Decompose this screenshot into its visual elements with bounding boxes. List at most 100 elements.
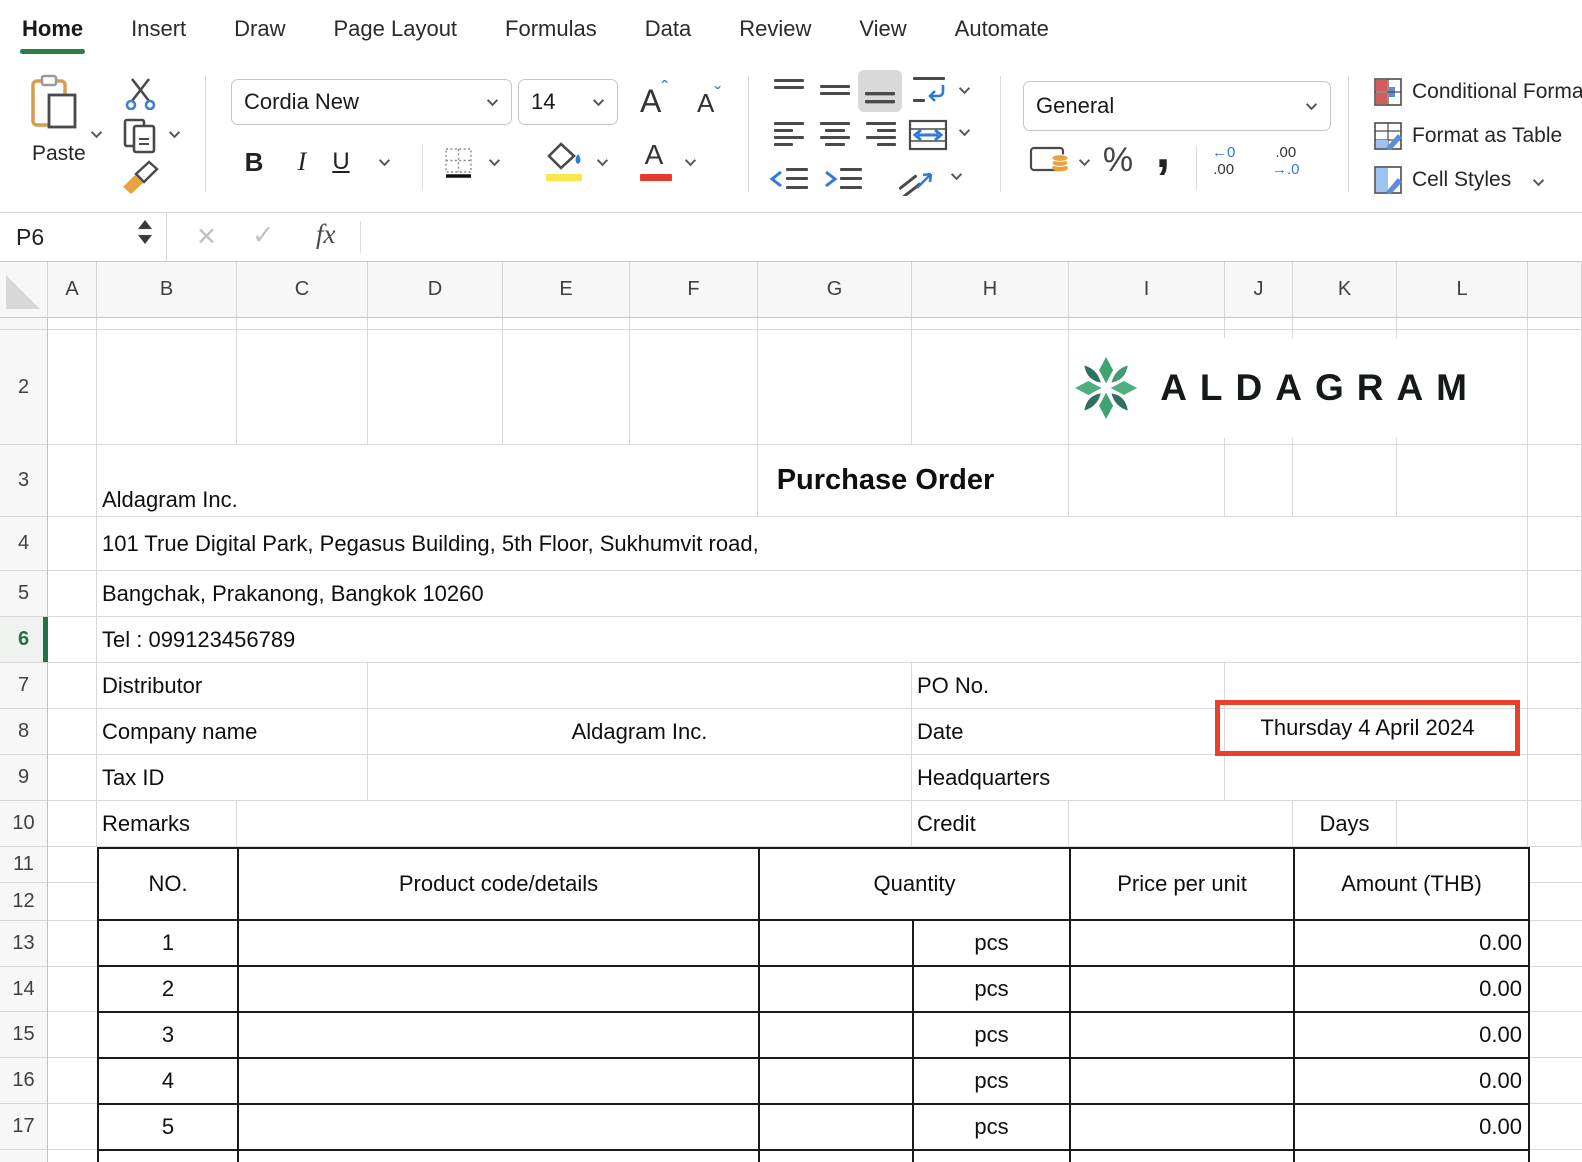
tab-page-layout[interactable]: Page Layout xyxy=(334,0,458,58)
row-header-5[interactable]: 5 xyxy=(0,571,47,617)
decrease-decimal-button[interactable]: .00 →.0 xyxy=(1272,144,1300,178)
wrap-text-button[interactable] xyxy=(910,72,950,110)
cell-quantity[interactable] xyxy=(760,1105,914,1151)
cell-quantity[interactable] xyxy=(760,921,914,967)
cell-price[interactable] xyxy=(1071,1013,1295,1059)
conditional-formatting-button[interactable] xyxy=(1372,76,1404,108)
cell-price[interactable] xyxy=(1071,967,1295,1013)
select-all-button[interactable] xyxy=(0,262,48,317)
row-header-16[interactable]: 16 xyxy=(0,1058,47,1104)
column-header-k[interactable]: K xyxy=(1293,262,1397,317)
cancel-entry-icon[interactable]: ✕ xyxy=(196,222,217,252)
row-header-18-partial[interactable] xyxy=(0,1150,47,1162)
conditional-formatting-label[interactable]: Conditional Formatting xyxy=(1412,80,1582,104)
grid-cell[interactable] xyxy=(1069,318,1225,330)
grid-cell[interactable] xyxy=(1397,318,1528,330)
cell-distributor-value[interactable] xyxy=(368,663,912,709)
column-header-f[interactable]: F xyxy=(630,262,758,317)
grid-cell[interactable] xyxy=(1530,1104,1582,1150)
merge-dropdown-chevron[interactable] xyxy=(958,128,971,137)
cell-amount[interactable]: 0.00 xyxy=(1295,1059,1530,1105)
cell-unit[interactable]: pcs xyxy=(914,967,1071,1013)
grid-cell[interactable] xyxy=(48,1150,97,1162)
row-header-11[interactable]: 11 xyxy=(0,847,47,883)
cell-price[interactable] xyxy=(1071,1151,1295,1162)
grid-cell[interactable] xyxy=(1397,445,1528,517)
cell-unit[interactable]: pcs xyxy=(914,1105,1071,1151)
grid-cell[interactable] xyxy=(48,571,97,617)
cell-styles-button[interactable] xyxy=(1372,164,1404,196)
column-header-a[interactable]: A xyxy=(48,262,97,317)
cell-item-no[interactable]: 5 xyxy=(99,1105,239,1151)
cell-product[interactable] xyxy=(239,1013,760,1059)
cell-item-no[interactable]: 1 xyxy=(99,921,239,967)
cell-tax-id-value[interactable] xyxy=(368,755,912,801)
italic-button[interactable]: I xyxy=(288,142,316,182)
grid-cell[interactable] xyxy=(48,883,97,921)
grid-cell[interactable] xyxy=(1528,663,1582,709)
grid-cell[interactable] xyxy=(48,801,97,847)
orientation-dropdown-chevron[interactable] xyxy=(950,172,963,181)
row-header-14[interactable]: 14 xyxy=(0,967,47,1012)
grid-cell[interactable] xyxy=(1528,445,1582,517)
table-header-price[interactable]: Price per unit xyxy=(1071,849,1295,921)
table-header-quantity[interactable]: Quantity xyxy=(760,849,1071,921)
format-as-table-label[interactable]: Format as Table xyxy=(1412,124,1562,148)
paste-button[interactable] xyxy=(28,72,82,132)
tab-draw[interactable]: Draw xyxy=(234,0,285,58)
cell-item-no[interactable]: 2 xyxy=(99,967,239,1013)
accounting-format-button[interactable] xyxy=(1028,142,1072,178)
tab-insert[interactable]: Insert xyxy=(131,0,186,58)
increase-font-size-button[interactable]: Aˆ xyxy=(630,78,678,124)
column-header-m-partial[interactable] xyxy=(1528,262,1582,317)
tab-formulas[interactable]: Formulas xyxy=(505,0,597,58)
grid-cell[interactable] xyxy=(1528,755,1582,801)
align-middle-button[interactable] xyxy=(816,74,854,108)
column-header-j[interactable]: J xyxy=(1225,262,1293,317)
underline-dropdown-chevron[interactable] xyxy=(378,158,391,167)
row-header-13[interactable]: 13 xyxy=(0,921,47,967)
accounting-dropdown-chevron[interactable] xyxy=(1078,158,1091,167)
grid-cell[interactable] xyxy=(97,318,237,330)
grid-cell[interactable] xyxy=(1530,1150,1582,1162)
grid-cell[interactable] xyxy=(1225,445,1293,517)
cell-unit[interactable]: pcs xyxy=(914,921,1071,967)
grid-cell[interactable] xyxy=(1530,967,1582,1012)
table-header-no[interactable]: NO. xyxy=(99,849,239,921)
align-top-button[interactable] xyxy=(770,74,808,108)
copy-button[interactable] xyxy=(120,116,160,156)
cell-tax-id-label[interactable]: Tax ID xyxy=(97,755,368,801)
cut-button[interactable] xyxy=(122,74,160,112)
cell-credit-value[interactable] xyxy=(1069,801,1293,847)
column-header-e[interactable]: E xyxy=(503,262,630,317)
cell-amount[interactable]: 0.00 xyxy=(1295,967,1530,1013)
font-size-select[interactable]: 14 xyxy=(518,79,618,125)
cell-product[interactable] xyxy=(239,1151,760,1162)
grid-cell[interactable] xyxy=(97,330,237,445)
grid-cell[interactable] xyxy=(48,967,97,1012)
row-header-7[interactable]: 7 xyxy=(0,663,47,709)
merge-center-button[interactable] xyxy=(906,116,950,154)
grid-cell[interactable] xyxy=(48,921,97,967)
grid-cell[interactable] xyxy=(503,330,630,445)
grid-cell[interactable] xyxy=(1528,709,1582,755)
text-orientation-button[interactable] xyxy=(896,160,940,198)
grid-cell[interactable] xyxy=(1293,445,1397,517)
cell-amount[interactable]: 0.00 xyxy=(1295,1105,1530,1151)
grid-cell[interactable] xyxy=(1530,1058,1582,1104)
cell-address-line1[interactable]: 101 True Digital Park, Pegasus Building,… xyxy=(97,517,1528,571)
grid-cell[interactable] xyxy=(48,617,97,663)
copy-dropdown-chevron[interactable] xyxy=(168,130,181,139)
grid-cell[interactable] xyxy=(1528,517,1582,571)
column-header-i[interactable]: I xyxy=(1069,262,1225,317)
confirm-entry-icon[interactable]: ✓ xyxy=(252,220,275,251)
grid-cell[interactable] xyxy=(48,330,97,445)
borders-dropdown-chevron[interactable] xyxy=(488,158,501,167)
fill-color-dropdown-chevron[interactable] xyxy=(596,158,609,167)
cell-amount[interactable] xyxy=(1295,1151,1530,1162)
cell-company-header[interactable]: Aldagram Inc. xyxy=(97,445,758,517)
wrap-text-dropdown-chevron[interactable] xyxy=(958,86,971,95)
grid-cell[interactable] xyxy=(1528,617,1582,663)
cell-item-no[interactable]: 3 xyxy=(99,1013,239,1059)
cell-price[interactable] xyxy=(1071,921,1295,967)
